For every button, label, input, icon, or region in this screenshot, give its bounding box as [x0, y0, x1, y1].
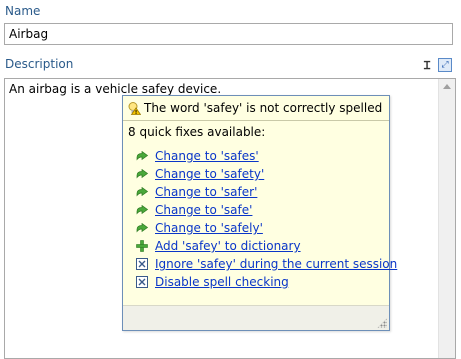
quick-fix-item[interactable]: Change to 'safer' — [135, 183, 397, 201]
quick-fix-link[interactable]: Add 'safey' to dictionary — [155, 239, 301, 253]
change-arrow-icon — [135, 203, 149, 217]
quick-fix-item[interactable]: Ignore 'safey' during the current sessio… — [135, 255, 397, 273]
description-label: Description — [5, 57, 74, 71]
quick-fix-item[interactable]: Add 'safey' to dictionary — [135, 237, 397, 255]
popup-title: The word 'safey' is not correctly spelle… — [144, 101, 383, 115]
change-arrow-icon — [135, 149, 149, 163]
quick-fix-item[interactable]: Disable spell checking — [135, 273, 397, 291]
quick-fix-item[interactable]: Change to 'safely' — [135, 219, 397, 237]
fix-list: Change to 'safes' Change to 'safety' Chang… — [135, 147, 397, 291]
quick-fix-item[interactable]: Change to 'safes' — [135, 147, 397, 165]
ignore-x-icon — [135, 275, 149, 289]
change-arrow-icon — [135, 185, 149, 199]
fix-count-label: 8 quick fixes available: — [128, 125, 266, 139]
quick-fix-link[interactable]: Change to 'safer' — [155, 185, 257, 199]
scroll-up-arrow-icon[interactable] — [443, 84, 451, 89]
popup-header: The word 'safey' is not correctly spelle… — [123, 96, 389, 121]
name-input[interactable]: Airbag — [4, 23, 453, 45]
popup-footer — [123, 305, 389, 330]
name-label: Name — [5, 4, 41, 18]
quick-fix-link[interactable]: Change to 'safety' — [155, 167, 264, 181]
expand-icon[interactable]: ⤢ — [438, 58, 452, 72]
quick-fix-link[interactable]: Disable spell checking — [155, 275, 289, 289]
text-format-icon[interactable]: Ɪ — [420, 58, 434, 72]
vertical-scrollbar[interactable] — [438, 79, 455, 358]
quick-fix-link[interactable]: Ignore 'safey' during the current sessio… — [155, 257, 397, 271]
description-text: An airbag is a vehicle safey device. — [9, 82, 222, 96]
lightbulb-warning-icon — [127, 101, 142, 115]
add-plus-icon — [135, 239, 149, 253]
change-arrow-icon — [135, 221, 149, 235]
resize-grip-icon[interactable] — [377, 318, 387, 328]
quick-fix-item[interactable]: Change to 'safe' — [135, 201, 397, 219]
quick-fix-link[interactable]: Change to 'safe' — [155, 203, 252, 217]
quick-fix-link[interactable]: Change to 'safes' — [155, 149, 259, 163]
quick-fix-link[interactable]: Change to 'safely' — [155, 221, 263, 235]
quick-fix-popup: The word 'safey' is not correctly spelle… — [122, 95, 397, 331]
change-arrow-icon — [135, 167, 149, 181]
ignore-x-icon — [135, 257, 149, 271]
quick-fix-item[interactable]: Change to 'safety' — [135, 165, 397, 183]
